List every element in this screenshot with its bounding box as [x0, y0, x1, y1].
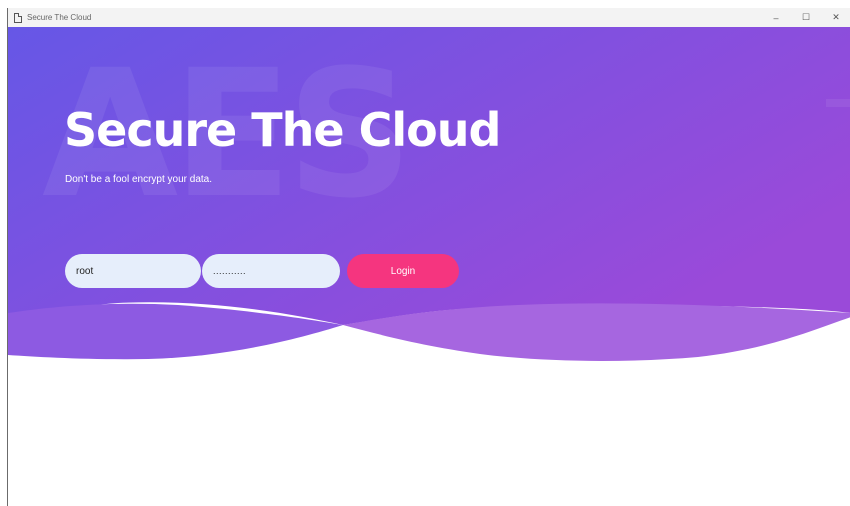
page-title: Secure The Cloud — [64, 103, 501, 157]
hero-banner: AES Secure The Cloud Don't be a fool enc… — [8, 27, 850, 367]
title-bar: Secure The Cloud – ☐ ✕ — [8, 8, 850, 28]
maximize-button[interactable]: ☐ — [791, 8, 821, 27]
page-subtitle: Don't be a fool encrypt your data. — [65, 174, 212, 185]
password-input[interactable] — [202, 254, 340, 288]
watermark-fragment — [826, 99, 850, 107]
document-icon — [14, 12, 22, 23]
close-button[interactable]: ✕ — [821, 8, 850, 27]
minimize-button[interactable]: – — [761, 8, 791, 27]
browser-window: Secure The Cloud – ☐ ✕ AES Secure The Cl… — [7, 8, 850, 506]
window-title: Secure The Cloud — [27, 13, 92, 22]
window-controls: – ☐ ✕ — [761, 8, 850, 27]
login-button[interactable]: Login — [347, 254, 459, 288]
username-input[interactable] — [65, 254, 201, 288]
